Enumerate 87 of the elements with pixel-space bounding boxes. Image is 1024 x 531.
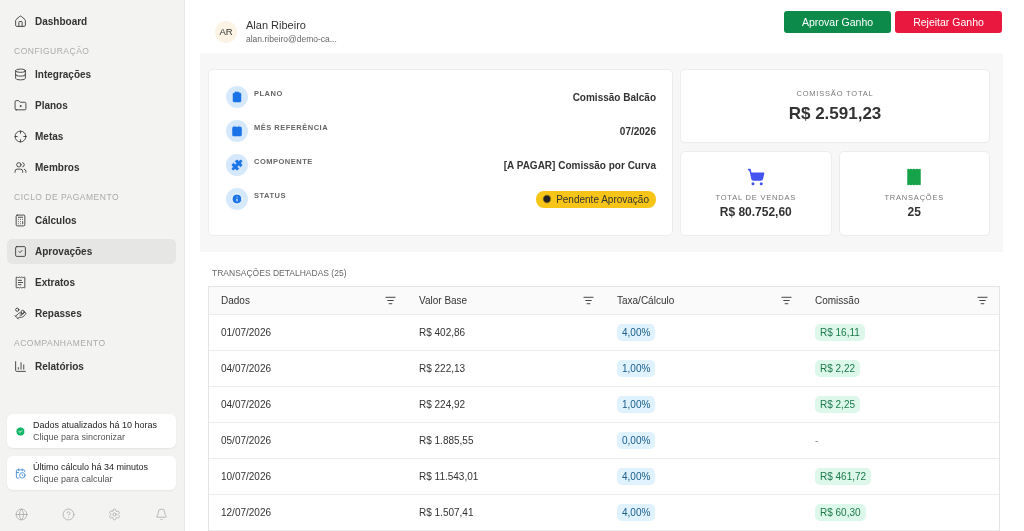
nav-item[interactable]: Membros [7, 155, 176, 180]
nav-item[interactable]: Cálculos [7, 208, 176, 233]
cart-icon [746, 168, 765, 186]
users-icon [14, 161, 27, 174]
nav-label: Dashboard [35, 16, 88, 27]
puzzle-icon [226, 154, 248, 176]
status-subtitle: Clique para calcular [33, 474, 114, 484]
nav-item[interactable]: Metas [7, 124, 176, 149]
rate-tag: 4,00% [617, 324, 656, 341]
table-cell-text: 04/07/2026 [220, 399, 273, 410]
nav-item[interactable]: Aprovações [7, 239, 176, 264]
reject-button[interactable]: Rejeitar Ganho [895, 10, 1002, 33]
approve-button[interactable]: Aprovar Ganho [784, 10, 891, 33]
commission-tag: R$ 2,25 [815, 396, 861, 413]
nav-label: Cálculos [35, 215, 77, 226]
table-cell-text: R$ 1.885,55 [418, 435, 475, 446]
commission-tag: R$ 16,11 [815, 324, 865, 341]
calendar-clock-icon [15, 467, 26, 479]
calculator-icon [14, 214, 27, 227]
table-cell-text: - [814, 435, 820, 446]
rate-tag: 0,00% [617, 432, 656, 449]
detail-value: [A PAGAR] Comissão por Curva [503, 159, 656, 171]
column-header[interactable]: Valor Base [407, 287, 605, 314]
status-title: Dados atualizados há 10 horas [33, 420, 158, 430]
user-name: Alan Ribeiro [246, 19, 307, 31]
table-cell-text: R$ 11.543,01 [418, 471, 480, 482]
nav-item[interactable]: Extratos [7, 270, 176, 295]
table-cell-text: R$ 224,92 [418, 399, 467, 410]
detail-value: 07/2026 [619, 125, 656, 137]
commission-tag: R$ 461,72 [815, 468, 872, 485]
nav-label: Repasses [35, 308, 82, 319]
target-icon [14, 130, 27, 143]
check-circle-icon [15, 425, 26, 437]
table-cell-text: R$ 402,86 [418, 327, 467, 338]
rate-tag: 4,00% [617, 504, 656, 521]
nav-item[interactable]: Relatórios [7, 354, 176, 379]
status-badge: Pendente Aprovação [536, 190, 656, 208]
stat-value: R$ 80.752,60 [719, 205, 792, 219]
nav-item[interactable]: Planos [7, 93, 176, 118]
status-card[interactable]: Dados atualizados há 10 horas Clique para sincronizar [7, 414, 176, 448]
info-icon [226, 188, 248, 210]
rate-tag: 4,00% [617, 468, 656, 485]
column-header[interactable]: Taxa/Cálculo [605, 287, 803, 314]
database-icon [14, 68, 27, 81]
nav-label: Integrações [35, 69, 92, 80]
table-cell-text: R$ 1.507,41 [418, 507, 475, 518]
status-title: Último cálculo há 34 minutos [33, 462, 149, 472]
table-cell-text: R$ 222,13 [418, 363, 467, 374]
table-cell-text: 05/07/2026 [220, 435, 273, 446]
table-cell-text: 04/07/2026 [220, 363, 273, 374]
table-cell-text: 01/07/2026 [220, 327, 273, 338]
section-title: CICLO DE PAGAMENTO [13, 191, 121, 204]
nav-label: Planos [35, 100, 68, 111]
avatar: AR [215, 20, 237, 43]
filter-icon[interactable] [781, 295, 792, 306]
nav-label: Membros [35, 162, 80, 173]
commission-tag: R$ 2,22 [815, 360, 861, 377]
status-card[interactable]: Último cálculo há 34 minutos Clique para calcular [7, 456, 176, 490]
nav-label: Metas [35, 131, 64, 142]
rate-tag: 1,00% [617, 360, 656, 377]
status-subtitle: Clique para sincronizar [33, 432, 127, 442]
folder-icon [14, 99, 27, 112]
column-header[interactable]: Dados [209, 287, 407, 314]
nav-label: Aprovações [35, 246, 93, 257]
nav-label: Relatórios [35, 361, 84, 372]
filter-icon[interactable] [583, 295, 594, 306]
section-title: CONFIGURAÇÃO [13, 45, 91, 58]
checkbox-icon [14, 245, 27, 258]
house-icon [14, 15, 27, 28]
table-cell-text: 12/07/2026 [220, 507, 273, 518]
section-title: ACOMPANHAMENTO [13, 337, 107, 350]
stat-value: 25 [907, 205, 921, 219]
nav-item[interactable]: Dashboard [7, 9, 176, 34]
nav-label: Extratos [35, 277, 75, 288]
nav-item[interactable]: Integrações [7, 62, 176, 87]
commission-tag: R$ 60,30 [815, 504, 866, 521]
filter-icon[interactable] [977, 295, 988, 306]
user-email: alan.ribeiro@demo-ca... [246, 34, 338, 44]
table-cell-text: 10/07/2026 [220, 471, 273, 482]
total-value: R$ 2.591,23 [788, 103, 882, 124]
table-title: TRANSAÇÕES DETALHADAS (25) [211, 267, 348, 280]
nav-item[interactable]: Repasses [7, 301, 176, 326]
detail-value: Comissão Balcão [572, 91, 656, 103]
filter-icon[interactable] [385, 295, 396, 306]
column-header[interactable]: Comissão [803, 287, 999, 314]
bar-chart-icon [14, 360, 27, 373]
rate-tag: 1,00% [617, 396, 656, 413]
